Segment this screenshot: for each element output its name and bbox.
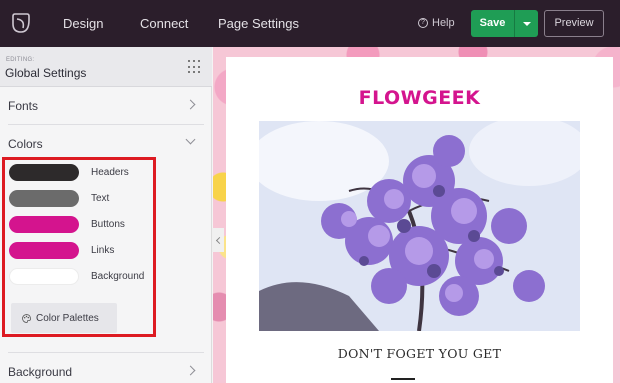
collapse-sidebar-handle[interactable] bbox=[212, 228, 224, 252]
settings-sidebar: EDITING: Global Settings Fonts Colors He… bbox=[0, 47, 212, 383]
background-color-label: Background bbox=[91, 271, 145, 282]
section-background-label: Background bbox=[8, 365, 73, 379]
buttons-color-swatch[interactable] bbox=[9, 216, 79, 233]
hero-image[interactable] bbox=[259, 121, 580, 331]
section-fonts[interactable]: Fonts bbox=[0, 87, 212, 125]
grid-menu-icon[interactable] bbox=[188, 60, 202, 74]
editing-label: EDITING: bbox=[6, 57, 35, 63]
chevron-right-icon bbox=[185, 365, 196, 376]
save-options-button[interactable] bbox=[514, 10, 538, 37]
palette-icon bbox=[22, 313, 31, 323]
color-palettes-button[interactable]: Color Palettes bbox=[11, 303, 117, 333]
app-logo-icon[interactable] bbox=[9, 11, 33, 35]
preview-canvas: FLOWGEEK DON'T FOGET YOU GET bbox=[213, 47, 620, 383]
color-palettes-label: Color Palettes bbox=[36, 312, 99, 324]
headers-color-label: Headers bbox=[91, 167, 129, 178]
section-background[interactable]: Background bbox=[0, 353, 212, 383]
save-button[interactable]: Save bbox=[471, 10, 514, 37]
chevron-right-icon bbox=[185, 99, 196, 110]
brand-heading: FLOWGEEK bbox=[358, 87, 481, 109]
headers-color-swatch[interactable] bbox=[9, 164, 79, 181]
nav-design[interactable]: Design bbox=[63, 16, 103, 31]
preview-button[interactable]: Preview bbox=[544, 10, 604, 37]
nav-connect[interactable]: Connect bbox=[140, 16, 188, 31]
help-label: Help bbox=[432, 17, 455, 29]
editing-title: Global Settings bbox=[5, 66, 87, 80]
links-color-swatch[interactable] bbox=[9, 242, 79, 259]
chevron-left-icon bbox=[215, 236, 223, 244]
text-color-swatch[interactable] bbox=[9, 190, 79, 207]
jacaranda-flowers-image bbox=[259, 121, 580, 331]
headline-text: DON'T FOGET YOU GET bbox=[337, 346, 502, 361]
help-icon: ? bbox=[418, 18, 428, 28]
text-color-label: Text bbox=[91, 193, 110, 204]
editing-header: EDITING: Global Settings bbox=[0, 47, 212, 87]
top-bar: Design Connect Page Settings ? Help Save… bbox=[0, 0, 620, 47]
caret-down-icon bbox=[522, 21, 531, 26]
section-colors-label: Colors bbox=[8, 137, 43, 151]
save-button-group: Save bbox=[471, 10, 538, 37]
buttons-color-label: Buttons bbox=[91, 219, 125, 230]
links-color-label: Links bbox=[91, 245, 115, 256]
decorative-line bbox=[391, 378, 415, 380]
landing-page-preview[interactable]: FLOWGEEK DON'T FOGET YOU GET bbox=[226, 57, 613, 383]
chevron-down-icon bbox=[185, 134, 196, 145]
section-fonts-label: Fonts bbox=[8, 99, 39, 113]
nav-page-settings[interactable]: Page Settings bbox=[218, 16, 299, 31]
help-link[interactable]: ? Help bbox=[418, 17, 455, 29]
background-color-swatch[interactable] bbox=[9, 268, 79, 285]
